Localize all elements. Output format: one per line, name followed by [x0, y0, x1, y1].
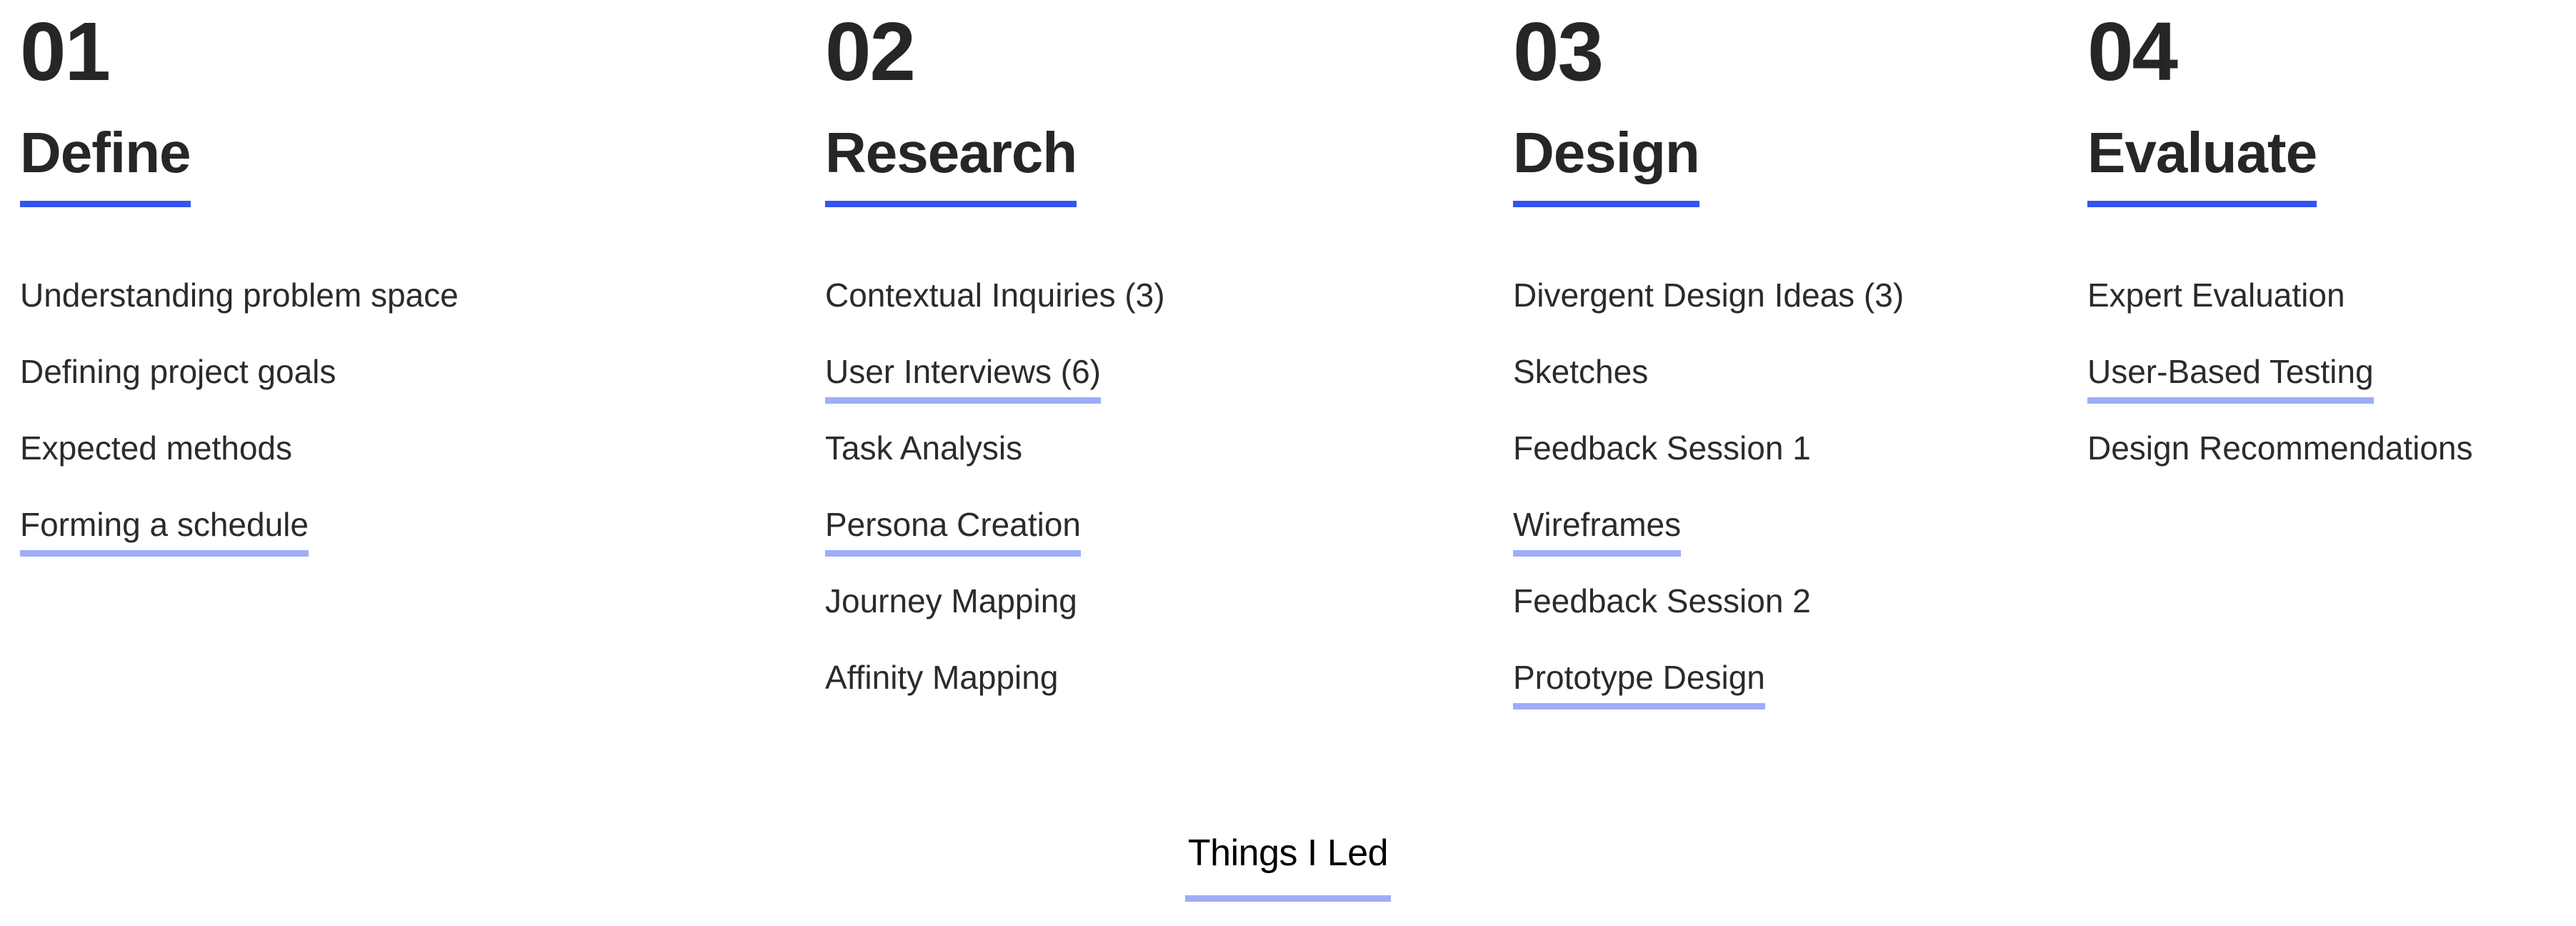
phase-title-wrap: Research [825, 124, 1077, 207]
led-underline-rule [825, 550, 1081, 557]
activity-label: Prototype Design [1513, 661, 1765, 710]
phase-activity-list: Expert Evaluation User-Based Testing Desig… [2087, 279, 2576, 508]
activity-label: Task Analysis [825, 429, 1023, 467]
list-item: Forming a schedule [20, 508, 799, 584]
phase-number: 02 [825, 5, 916, 98]
activity-label: Journey Mapping [825, 582, 1077, 619]
activity-label: Persona Creation [825, 508, 1081, 557]
list-item: Sketches [1513, 355, 2070, 432]
list-item: Feedback Session 1 [1513, 432, 2070, 508]
activity-label: Defining project goals [20, 353, 336, 390]
legend-inner: Things I Led [1184, 832, 1392, 902]
phase-title-underline-rule [2087, 201, 2317, 207]
phase-columns: 01 Define Understanding problem space Defin… [0, 0, 2576, 757]
list-item: Wireframes [1513, 508, 2070, 584]
list-item: Expected methods [20, 432, 799, 508]
list-item: User Interviews (6) [825, 355, 1489, 432]
phase-title-wrap: Design [1513, 121, 1700, 207]
activity-label: User Interviews (6) [825, 355, 1101, 404]
phase-title-underline-rule [825, 201, 1077, 207]
phase-title-underline-rule [1513, 201, 1699, 207]
activity-label: Expert Evaluation [2087, 277, 2345, 314]
phase-column-research: 02 Research Contextual Inquiries (3) User I… [825, 0, 1489, 737]
activity-label: Wireframes [1513, 508, 1682, 557]
list-item: Journey Mapping [825, 584, 1489, 661]
phase-header: 03 Design [1513, 0, 2070, 207]
led-underline-rule [1513, 550, 1682, 557]
phase-column-design: 03 Design Divergent Design Ideas (3) Sketch… [1513, 0, 2070, 737]
phase-activity-list: Understanding problem space Defining proj… [20, 279, 799, 584]
activity-label: Expected methods [20, 429, 293, 467]
activity-label: User-Based Testing [2087, 355, 2374, 404]
list-item: Feedback Session 2 [1513, 584, 2070, 661]
list-item: Expert Evaluation [2087, 279, 2576, 355]
legend-underline-rule [1184, 895, 1392, 902]
list-item: Divergent Design Ideas (3) [1513, 279, 2070, 355]
phase-header: 02 Research [825, 0, 1489, 207]
phase-number: 03 [1513, 5, 1604, 98]
list-item: Prototype Design [1513, 661, 2070, 737]
phase-header: 04 Evaluate [2087, 0, 2576, 207]
phase-header: 01 Define [20, 0, 799, 207]
activity-label: Feedback Session 1 [1513, 429, 1811, 467]
activity-label: Affinity Mapping [825, 659, 1059, 696]
phase-title-wrap: Evaluate [2087, 124, 2317, 207]
phase-title: Evaluate [2087, 121, 2317, 184]
phase-title-wrap: Define [20, 124, 191, 207]
list-item: Design Recommendations [2087, 432, 2576, 508]
led-underline-rule [825, 397, 1101, 404]
list-item: User-Based Testing [2087, 355, 2576, 432]
list-item: Task Analysis [825, 432, 1489, 508]
phase-title: Research [825, 121, 1077, 184]
phase-title: Define [20, 121, 191, 184]
led-underline-rule [2087, 397, 2374, 404]
phase-title-underline-rule [20, 201, 191, 207]
activity-label: Contextual Inquiries (3) [825, 277, 1165, 314]
phase-number: 01 [20, 5, 111, 98]
activity-label: Feedback Session 2 [1513, 582, 1811, 619]
legend-label: Things I Led [1187, 832, 1389, 874]
phase-column-evaluate: 04 Evaluate Expert Evaluation User-Based Te… [2087, 0, 2576, 508]
legend: Things I Led [0, 835, 2576, 902]
led-underline-rule [20, 550, 309, 557]
list-item: Contextual Inquiries (3) [825, 279, 1489, 355]
activity-label: Forming a schedule [20, 508, 309, 557]
phase-activity-list: Contextual Inquiries (3) User Interviews … [825, 279, 1489, 737]
design-process-board: 01 Define Understanding problem space Defin… [0, 0, 2576, 926]
phase-number: 04 [2087, 5, 2178, 98]
list-item: Persona Creation [825, 508, 1489, 584]
list-item: Defining project goals [20, 355, 799, 432]
activity-label: Design Recommendations [2087, 429, 2473, 467]
list-item: Affinity Mapping [825, 661, 1489, 737]
phase-title: Design [1513, 121, 1700, 184]
activity-label: Divergent Design Ideas (3) [1513, 277, 1904, 314]
phase-column-define: 01 Define Understanding problem space Defin… [20, 0, 799, 584]
phase-activity-list: Divergent Design Ideas (3) Sketches Feedba… [1513, 279, 2070, 737]
led-underline-rule [1513, 703, 1765, 710]
activity-label: Understanding problem space [20, 277, 459, 314]
list-item: Understanding problem space [20, 279, 799, 355]
activity-label: Sketches [1513, 353, 1649, 390]
